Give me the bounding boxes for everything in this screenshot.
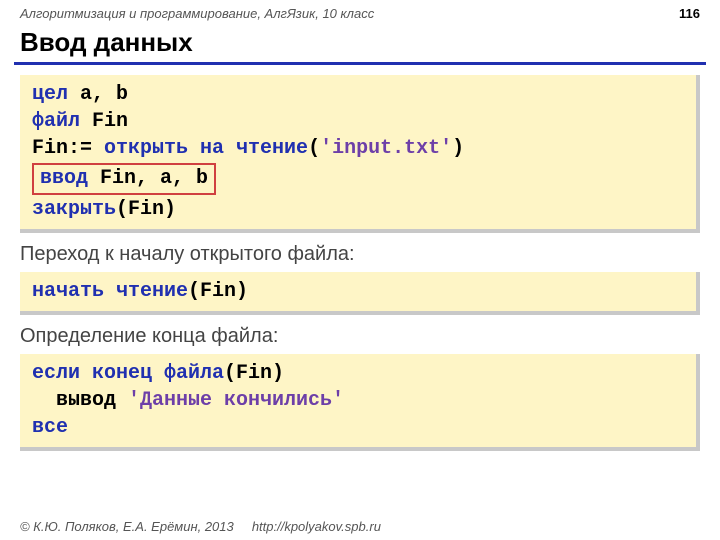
code-line: вывод 'Данные кончились' [32, 387, 684, 414]
footer-url: http://kpolyakov.spb.ru [252, 519, 381, 534]
code-block-3: если конец файла(Fin) вывод 'Данные конч… [20, 354, 700, 451]
highlight-box: ввод Fin, a, b [32, 163, 216, 195]
subheading: Определение конца файла: [20, 325, 700, 348]
code-block-2: начать чтение(Fin) [20, 272, 700, 315]
subheading: Переход к началу открытого файла: [20, 243, 700, 266]
slide-title: Ввод данных [0, 21, 720, 62]
code-line: цел a, b [32, 81, 684, 108]
page-number: 116 [679, 6, 700, 21]
slide-meta: Алгоритмизация и программирование, АлгЯз… [0, 0, 720, 21]
code-line: все [32, 414, 684, 441]
code-block-1: цел a, b файл Fin Fin:= открыть на чтени… [20, 75, 700, 233]
title-underline [14, 62, 706, 65]
copyright: © К.Ю. Поляков, Е.А. Ерёмин, 2013 [20, 519, 234, 534]
footer: © К.Ю. Поляков, Е.А. Ерёмин, 2013 http:/… [20, 519, 381, 534]
code-line: если конец файла(Fin) [32, 360, 684, 387]
code-line: файл Fin [32, 108, 684, 135]
code-line: закрыть(Fin) [32, 196, 684, 223]
code-line-highlighted: ввод Fin, a, b [32, 162, 684, 196]
code-line: начать чтение(Fin) [32, 278, 684, 305]
slide-content: цел a, b файл Fin Fin:= открыть на чтени… [0, 75, 720, 451]
course-title: Алгоритмизация и программирование, АлгЯз… [20, 6, 374, 21]
code-line: Fin:= открыть на чтение('input.txt') [32, 135, 684, 162]
